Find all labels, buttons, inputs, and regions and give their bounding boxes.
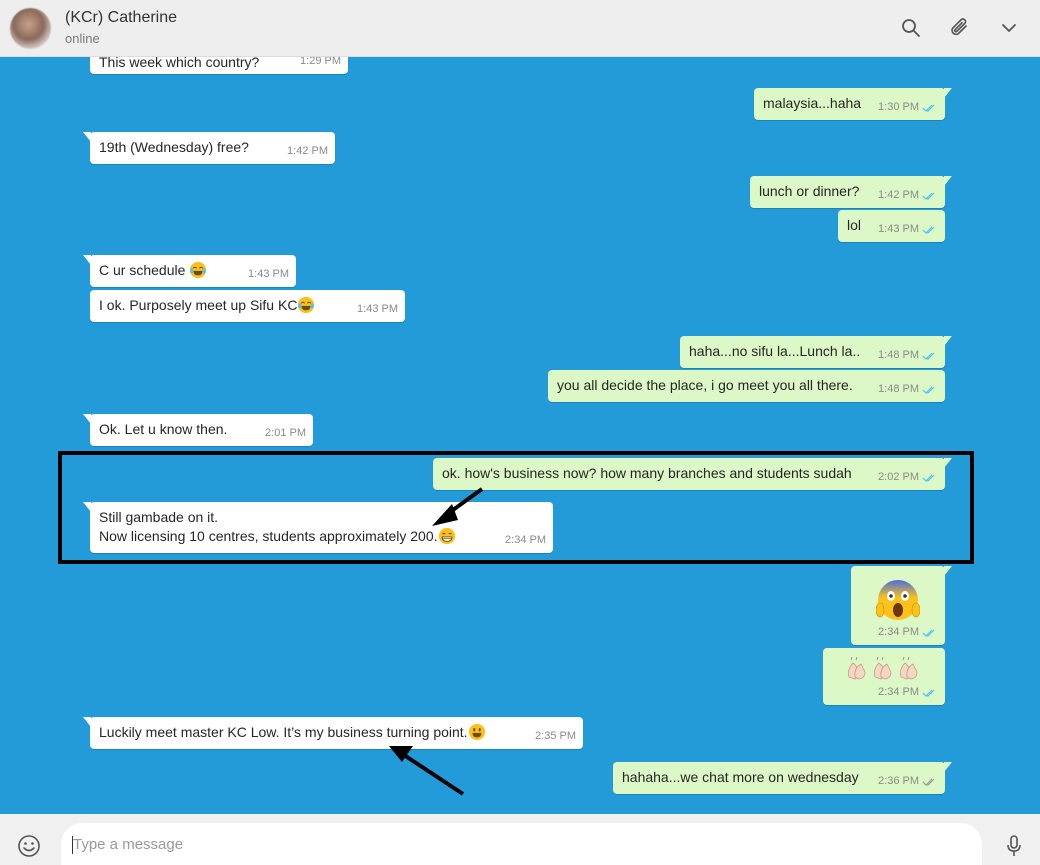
tears-of-joy-emoji-icon [298,296,315,314]
message-incoming[interactable]: This week which country? 1:29 PM [90,57,348,74]
message-text: 19th (Wednesday) free? [99,139,249,155]
message-text: C ur schedule [99,262,190,278]
chat-area[interactable]: This week which country? 1:29 PM malaysi… [0,57,1040,814]
message-text: This week which country? [99,57,260,70]
clapping-hands-emoji-icon [848,657,918,680]
message-incoming[interactable]: 19th (Wednesday) free? 1:42 PM [83,132,335,164]
message-outgoing[interactable]: you all decide the place, i go meet you … [548,370,945,402]
message-meta: 2:35 PM [535,727,576,746]
message-meta: 1:43 PM [248,265,289,284]
message-incoming[interactable]: Ok. Let u know then. 2:01 PM [83,414,313,446]
highlight-box [58,451,974,564]
text-caret [72,836,73,854]
message-text: Ok. Let u know then. [99,421,228,437]
time-label: 1:43 PM [357,303,398,315]
delivered-ticks-icon [922,778,935,786]
message-incoming[interactable]: I ok. Purposely meet up Sifu KC 1:43 PM [90,290,405,322]
time-label: 1:48 PM [878,349,919,361]
time-label: 1:30 PM [878,101,919,113]
paperclip-icon[interactable] [947,15,973,41]
message-incoming[interactable]: C ur schedule 1:43 PM [83,255,296,287]
message-text: lunch or dinner? [759,183,860,199]
microphone-icon[interactable] [1001,833,1027,859]
time-label: 1:43 PM [248,268,289,280]
read-ticks-icon [922,352,935,360]
message-meta: 2:36 PM [878,772,938,791]
time-label: 1:42 PM [878,189,919,201]
message-outgoing[interactable]: 2:34 PM [851,566,952,645]
time-label: 2:34 PM [878,626,919,638]
message-outgoing[interactable]: lunch or dinner? 1:42 PM [750,176,952,208]
message-text: Luckily meet master KC Low. It’s my busi… [99,724,468,740]
time-label: 1:48 PM [878,383,919,395]
read-ticks-icon [922,689,935,697]
contact-name[interactable]: (KCr) Catherine [65,9,177,27]
smiley-face-icon[interactable] [16,833,42,859]
smiley-emoji-icon [468,723,485,741]
message-text: lol [847,217,862,233]
contact-status: online [65,31,100,46]
screaming-in-fear-emoji-icon [876,580,920,620]
message-meta: 1:48 PM [878,346,938,365]
message-text: I ok. Purposely meet up Sifu KC [99,297,298,313]
message-meta: 1:30 PM [878,98,938,117]
message-outgoing[interactable]: malaysia...haha 1:30 PM [754,88,952,120]
read-ticks-icon [922,386,935,394]
read-ticks-icon [922,192,935,200]
search-icon[interactable] [898,15,924,41]
time-label: 2:36 PM [878,775,919,787]
message-outgoing[interactable]: 2:34 PM [823,648,945,705]
message-outgoing[interactable]: lol 1:43 PM [838,210,945,242]
time-label: 2:34 PM [878,686,919,698]
time-label: 2:01 PM [265,427,306,439]
message-text: malaysia...haha [763,95,862,111]
time-label: 1:29 PM [300,57,341,67]
message-outgoing[interactable]: hahaha...we chat more on wednesday 2:36 … [613,762,952,794]
time-label: 1:42 PM [287,145,328,157]
time-label: 1:43 PM [878,223,919,235]
message-meta: 1:43 PM [357,300,398,319]
message-incoming[interactable]: Luckily meet master KC Low. It’s my busi… [83,717,583,749]
message-meta: 1:48 PM [878,380,938,399]
message-text: haha...no sifu la...Lunch la.. [689,343,861,359]
message-meta: 2:01 PM [265,424,306,443]
read-ticks-icon [922,104,935,112]
composer-bar [0,814,1040,865]
message-time: 1:29 PM [300,57,341,71]
message-meta: 1:43 PM [878,220,938,239]
tears-of-joy-emoji-icon [190,261,207,279]
message-outgoing[interactable]: haha...no sifu la...Lunch la.. 1:48 PM [680,336,952,368]
read-ticks-icon [922,226,935,234]
chevron-down-icon[interactable] [996,15,1022,41]
message-meta: 2:34 PM [878,683,938,702]
message-meta: 1:42 PM [287,142,328,161]
chat-header: (KCr) Catherine online [0,0,1040,57]
message-meta: 1:42 PM [878,186,938,205]
message-input[interactable] [61,823,982,865]
avatar[interactable] [10,8,51,49]
message-meta: 2:34 PM [878,623,938,642]
message-text: hahaha...we chat more on wednesday [622,769,859,785]
read-ticks-icon [922,629,935,637]
message-text: you all decide the place, i go meet you … [557,377,853,393]
time-label: 2:35 PM [535,730,576,742]
